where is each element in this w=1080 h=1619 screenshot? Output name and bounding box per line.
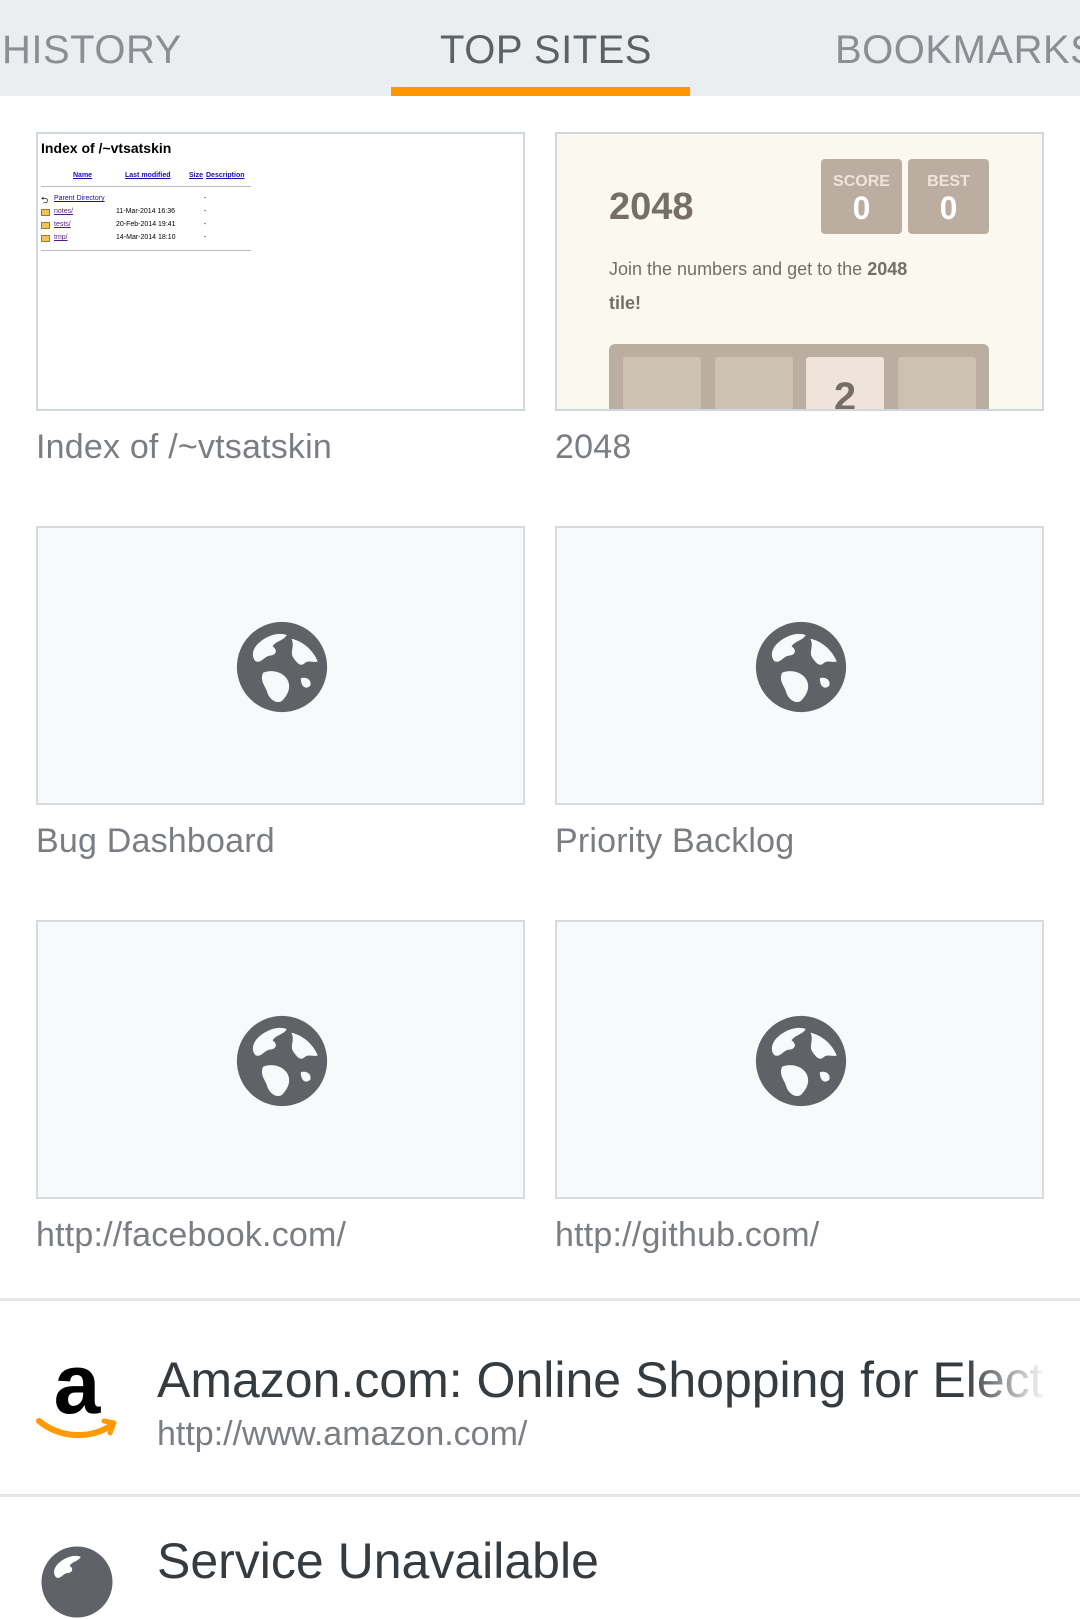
tile-thumbnail	[555, 526, 1044, 805]
list-item-title[interactable]: Service Unavailable	[157, 1532, 599, 1590]
list-item-title: Amazon.com: Online Shopping for Electron…	[157, 1352, 1045, 1408]
tab-bookmarks[interactable]: BOOKMARKS	[835, 28, 1080, 73]
score-box: SCORE 0	[821, 159, 902, 234]
score-label: SCORE	[833, 173, 890, 190]
thumb-header-description: Description	[206, 172, 245, 179]
thumb-row-size: -	[204, 208, 207, 215]
globe-icon	[755, 1015, 847, 1107]
back-arrow-icon: ⮌	[41, 195, 49, 205]
tile-label: Bug Dashboard	[36, 822, 275, 860]
thumb-row-name: Parent Directory	[54, 195, 105, 202]
tile-thumbnail	[555, 920, 1044, 1199]
game-title: 2048	[609, 186, 694, 228]
thumb-row-date: 20-Feb-2014 19:41	[116, 221, 176, 228]
thumb-row-name: tmp/	[54, 234, 68, 241]
folder-icon	[41, 222, 50, 229]
list-item-amazon[interactable]: a Amazon.com: Online Shopping for Electr…	[0, 1301, 1080, 1493]
tile-thumbnail: Index of /~vtsatskin Name Last modified …	[36, 132, 525, 411]
folder-icon	[41, 209, 50, 216]
tab-top-sites[interactable]: TOP SITES	[440, 28, 652, 73]
thumb-row-size: -	[204, 234, 207, 241]
thumb-row-size: -	[204, 195, 207, 202]
list-item-url: http://www.amazon.com/	[157, 1415, 528, 1453]
thumb-header-modified: Last modified	[125, 172, 171, 179]
thumb-row-date: 11-Mar-2014 16:36	[116, 208, 176, 215]
globe-icon	[41, 1546, 113, 1618]
board-tile: 2	[806, 357, 884, 409]
title-fade	[965, 1341, 1047, 1411]
tile-thumbnail	[36, 526, 525, 805]
folder-icon	[41, 235, 50, 242]
best-box: BEST 0	[908, 159, 989, 234]
tile-label: Priority Backlog	[555, 822, 795, 860]
thumb-rule	[41, 186, 251, 187]
thumb-row-name: tests/	[54, 221, 71, 228]
thumb-row-name: notes/	[54, 208, 74, 215]
tile-label: Index of /~vtsatskin	[36, 428, 332, 466]
board-cell	[898, 357, 976, 409]
best-value: 0	[939, 190, 958, 226]
tile-label: http://facebook.com/	[36, 1216, 347, 1254]
tile-thumbnail	[36, 920, 525, 1199]
game-description: Join the numbers and get to the 2048 til…	[609, 252, 989, 320]
tile-thumbnail: 2048 SCORE 0 BEST 0 Join the numbers and…	[555, 132, 1044, 411]
thumb-row-date: 14-Mar-2014 18:10	[116, 234, 176, 241]
tile-label: http://github.com/	[555, 1216, 820, 1254]
thumb-header-name: Name	[73, 172, 93, 179]
score-value: 0	[852, 190, 871, 226]
desc-prefix: Join the numbers and get to the	[609, 259, 863, 279]
globe-icon	[236, 621, 328, 713]
tab-history[interactable]: HISTORY	[2, 28, 182, 73]
list-divider	[0, 1494, 1080, 1497]
active-tab-indicator	[391, 87, 690, 96]
amazon-logo-icon: a	[36, 1351, 117, 1438]
tab-bar: HISTORY TOP SITES BOOKMARKS	[0, 0, 1080, 96]
board-cell	[623, 357, 701, 409]
desc-suffix: tile!	[609, 293, 642, 313]
board-cell	[715, 357, 793, 409]
svg-text:a: a	[54, 1351, 102, 1431]
thumb-rule	[41, 250, 251, 251]
globe-icon	[755, 621, 847, 713]
thumb-page-title: Index of /~vtsatskin	[41, 140, 172, 156]
thumb-header-size: Size	[189, 172, 204, 179]
thumb-row-size: -	[204, 221, 207, 228]
best-label: BEST	[927, 173, 970, 190]
globe-icon	[236, 1015, 328, 1107]
game-board: 2	[609, 344, 989, 409]
desc-bold: 2048	[867, 259, 908, 279]
tile-label: 2048	[555, 428, 632, 466]
